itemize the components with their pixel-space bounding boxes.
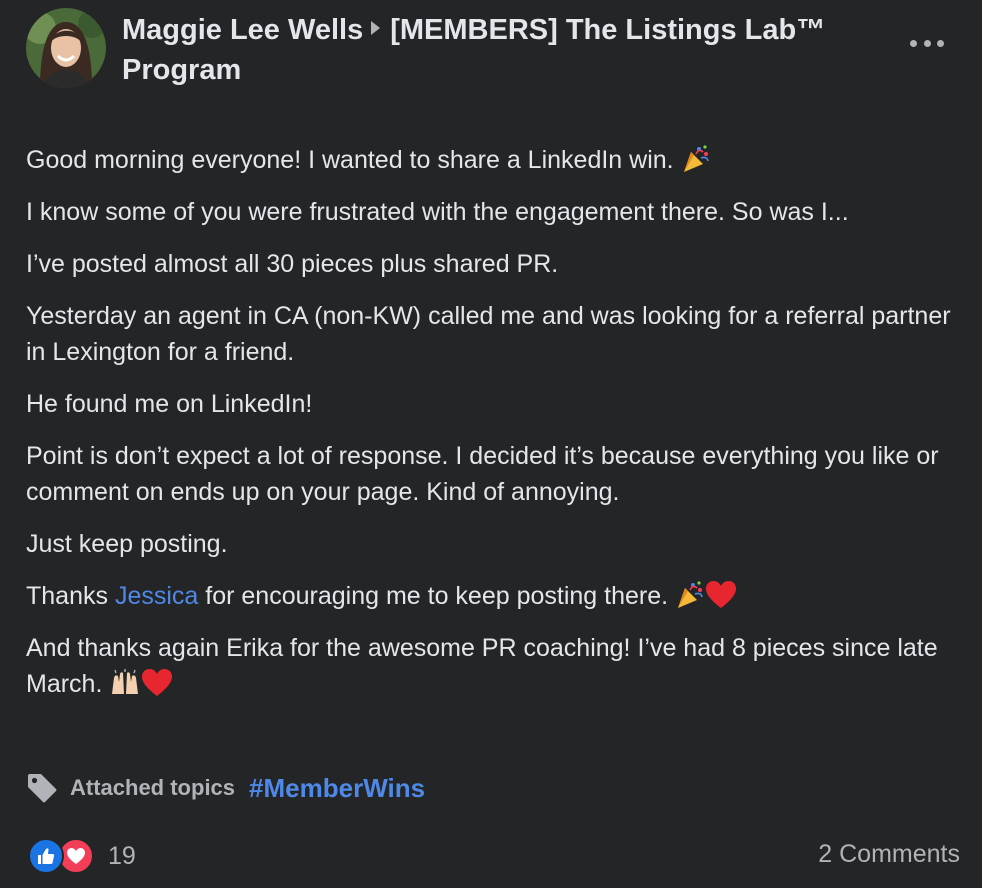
more-dot-icon [937,39,944,47]
reactions-summary[interactable]: 19 [28,836,136,876]
red-heart-icon [142,669,173,696]
attached-topics-label: Attached topics [70,775,236,800]
post-header: Maggie Lee Wells [MEMBERS] The Listings L… [26,8,956,92]
post-footer: 19 2 Comments [28,836,960,876]
post-body: Good morning everyone! I wanted to share… [26,142,962,718]
comments-count-link[interactable]: 2 Comments [818,840,960,869]
avatar-photo-icon [26,8,106,88]
like-icon [28,838,64,874]
post-paragraph: And thanks again Erika for the awesome P… [26,630,962,702]
more-options-button[interactable] [910,38,944,48]
author-name[interactable]: Maggie Lee Wells [122,14,363,46]
paragraph-text: for encouraging me to keep posting there… [205,582,669,610]
mention-link[interactable]: Jessica [115,582,198,610]
post-paragraph: Yesterday an agent in CA (non-KW) called… [26,302,951,366]
post-title: Maggie Lee Wells [MEMBERS] The Listings L… [122,10,842,90]
raising-hands-icon [112,669,139,694]
post-paragraph: I know some of you were frustrated with … [26,198,849,226]
red-heart-icon [706,581,737,608]
post-paragraph: I’ve posted almost all 30 pieces plus sh… [26,250,559,278]
author-avatar[interactable] [26,8,106,88]
post-paragraph: Thanks Jessica for encouraging me to kee… [26,578,962,614]
party-popper-icon [678,581,703,608]
paragraph-text: Thanks [26,582,108,610]
attached-topics: Attached topics #MemberWins [26,770,425,806]
post-paragraph: He found me on LinkedIn! [26,390,313,418]
post-paragraph: Good morning everyone! I wanted to share… [26,142,962,178]
caret-right-icon [371,21,381,35]
party-popper-icon [683,145,709,172]
topic-hashtag-link[interactable]: #MemberWins [249,773,425,804]
tag-icon [28,774,57,803]
post-paragraph: Point is don’t expect a lot of response.… [26,442,939,506]
reaction-count: 19 [108,841,136,870]
more-dot-icon [910,39,917,47]
post-paragraph: Just keep posting. [26,530,228,558]
paragraph-text: Good morning everyone! I wanted to share… [26,146,674,174]
more-dot-icon [923,39,931,47]
